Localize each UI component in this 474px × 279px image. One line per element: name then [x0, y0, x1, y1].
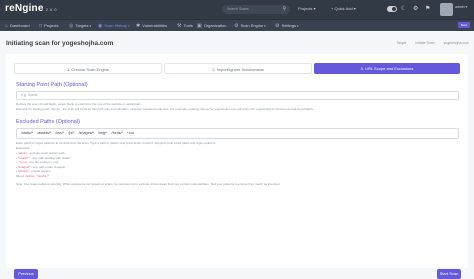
excluded-tag[interactable]: *.ico — [127, 131, 134, 135]
nav-label: Organization — [203, 23, 227, 28]
projects-label: Projects — [298, 6, 313, 11]
excluded-tag[interactable]: /fonts/* — [111, 131, 122, 135]
excluded-tag[interactable]: /assets/* — [37, 131, 51, 135]
excluded-tag[interactable]: /js/* — [68, 131, 74, 135]
nav-label: Scan Engine — [240, 23, 264, 28]
user-menu[interactable]: admin ▾ — [455, 5, 467, 9]
starting-point-heading: Starting Point Path (Optional) — [16, 82, 88, 88]
org-icon: ▣ — [197, 23, 202, 29]
bug-icon: ✱ — [136, 23, 141, 29]
username: admin — [455, 5, 465, 9]
target-icon: ◎ — [69, 23, 74, 29]
nav-label: Vulnerabilities — [142, 23, 167, 28]
nav-label: Projects — [44, 23, 59, 28]
starting-help-1: Defines the scan should begin. Leave bla… — [16, 102, 142, 106]
nav-label: Dashboard — [10, 23, 30, 28]
theme-toggle[interactable] — [387, 6, 397, 12]
bell-icon[interactable]: ⚑ — [425, 5, 430, 13]
example-line: • /images/* - any path under /images/ — [16, 164, 66, 169]
nav-vulnerabilities[interactable]: ✱ Vulnerabilities — [136, 23, 167, 29]
exclusion-note: Note: Use regex patterns carefully. Whil… — [16, 182, 281, 186]
example-line: • /private/ - private section — [16, 169, 51, 173]
breadcrumb: Target Initiate Scan yogeshojha.com — [389, 41, 469, 45]
brand-version: 2.0.0 — [45, 7, 58, 12]
search-icon: ⚲ — [282, 6, 286, 12]
step-import-subdomains[interactable]: 2. Import/Ignore Subdomains — [164, 63, 312, 74]
nav-organization[interactable]: ▣ Organization — [197, 23, 226, 29]
nav-targets[interactable]: ◎ Targets▾ — [69, 23, 91, 29]
main-navigation: ⌂ Dashboard □ Projects ◎ Targets▾ ◉ Scan His… — [0, 19, 474, 31]
search-input[interactable]: Search Scans ⚲ — [222, 5, 290, 14]
quick-add-dropdown[interactable]: + Quick Add ▾ — [331, 6, 356, 11]
breadcrumb-initiate-scan[interactable]: Initiate Scan — [415, 41, 434, 45]
example-line: • /admin - exclude exact /admin path — [16, 151, 65, 155]
page-title: Initiating scan for yogeshojha.com — [6, 40, 114, 47]
nav-projects[interactable]: □ Projects — [39, 23, 58, 29]
nav-tools[interactable]: ⚒ Tools — [177, 23, 193, 29]
excluded-paths-input[interactable]: /static/* /assets/* /css/* /js/* /images… — [16, 128, 459, 139]
quick-add-label: Quick Add — [334, 6, 353, 11]
excluded-tag[interactable]: /static/* — [21, 131, 33, 135]
wizard-steps: 1. Choose Scan Engine 2. Import/Ignore S… — [14, 63, 460, 74]
start-scan-button[interactable]: Start Scan — [437, 269, 461, 279]
engine-icon: ⚙ — [234, 23, 239, 29]
example-line: • ^/static/.* - any path starting with /… — [16, 155, 71, 160]
starting-help-2: Example for starting path: /home/ , the … — [16, 107, 315, 111]
gear-icon[interactable]: ⚙ — [413, 5, 418, 13]
breadcrumb-target[interactable]: Target — [397, 41, 407, 45]
projects-dropdown[interactable]: Projects ▾ — [298, 6, 316, 11]
folder-icon: □ — [39, 23, 43, 29]
step-choose-engine[interactable]: 1. Choose Scan Engine — [14, 63, 162, 74]
scan-icon: ◉ — [98, 23, 103, 29]
moon-icon[interactable]: ☾ — [401, 5, 406, 13]
step-url-scope[interactable]: 3. URL Scope and Exclusions — [314, 63, 460, 74]
avatar[interactable] — [440, 3, 453, 16]
breadcrumb-domain: yogeshojha.com — [443, 41, 470, 45]
nav-label: Tools — [183, 23, 193, 28]
brand-name: reNgine — [5, 3, 44, 14]
examples-title: Examples: — [16, 146, 31, 150]
beta-badge: Beta — [457, 22, 470, 28]
previous-button[interactable]: Previous — [14, 269, 38, 279]
search-placeholder: Search Scans — [227, 7, 249, 11]
nav-settings[interactable]: ⚙ Settings▾ — [275, 23, 298, 29]
nav-label: Scan History — [104, 23, 128, 28]
excluded-tag[interactable]: /css/* — [55, 131, 64, 135]
excluded-help: Enter paths or regex patterns to exclude… — [16, 141, 217, 145]
brand-logo[interactable]: reNgine 2.0.0 — [5, 3, 57, 14]
nav-dashboard[interactable]: ⌂ Dashboard — [5, 23, 30, 29]
excluded-tag[interactable]: /img/* — [98, 131, 107, 135]
excluded-paths-heading: Excluded Paths (Optional) — [16, 119, 80, 125]
example-mixed: Mixed: /admin, ^/api/v1/.* — [16, 174, 50, 178]
example-line: • .*\.png - any file ending in .png — [16, 160, 59, 164]
nav-label: Settings — [281, 23, 296, 28]
nav-scan-engine[interactable]: ⚙ Scan Engine▾ — [234, 23, 266, 29]
home-icon: ⌂ — [5, 23, 9, 29]
nav-label: Targets — [75, 23, 89, 28]
nav-scan-history[interactable]: ◉ Scan History▾ — [98, 23, 130, 29]
starting-path-input[interactable]: e.g. /home — [16, 91, 459, 100]
tools-icon: ⚒ — [177, 23, 182, 29]
scan-wizard-card: 1. Choose Scan Engine 2. Import/Ignore S… — [6, 54, 468, 279]
top-bar: reNgine 2.0.0 Search Scans ⚲ Projects ▾ +… — [0, 0, 474, 19]
gear-icon: ⚙ — [275, 23, 280, 29]
excluded-tag[interactable]: /images/* — [79, 131, 94, 135]
